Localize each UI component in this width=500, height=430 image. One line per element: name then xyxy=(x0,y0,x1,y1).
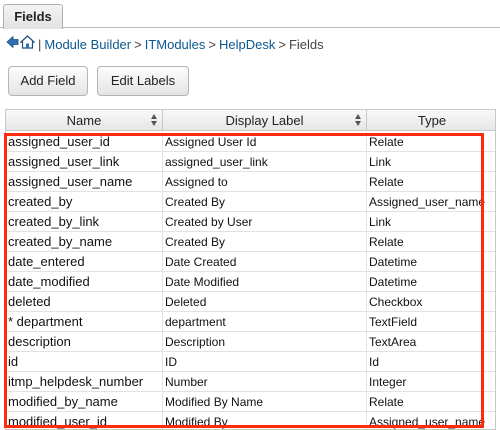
sort-icon[interactable] xyxy=(151,114,158,126)
table-row[interactable]: itmp_helpdesk_number Number Integer xyxy=(6,372,495,392)
field-name-cell[interactable]: description xyxy=(8,332,161,352)
column-header-type-label: Type xyxy=(417,113,447,128)
field-name-cell[interactable]: created_by_name xyxy=(8,232,161,252)
display-label-cell: department xyxy=(162,312,365,332)
display-label-cell: Date Created xyxy=(162,252,365,272)
display-label-cell: Modified By Name xyxy=(162,392,365,412)
column-header-name[interactable]: Name xyxy=(6,110,163,131)
breadcrumb: | Module Builder > ITModules > HelpDesk … xyxy=(6,35,324,55)
table-row[interactable]: assigned_user_id Assigned User Id Relate xyxy=(6,132,495,152)
breadcrumb-arrow: > xyxy=(134,37,142,52)
field-name-cell[interactable]: modified_user_id xyxy=(8,412,161,429)
display-label-cell: Description xyxy=(162,332,365,352)
breadcrumb-helpdesk[interactable]: HelpDesk xyxy=(219,35,275,55)
display-label-cell: ID xyxy=(162,352,365,372)
table-body: assigned_user_id Assigned User Id Relate as… xyxy=(6,132,495,429)
column-header-type[interactable]: Type xyxy=(367,110,495,131)
table-row[interactable]: date_modified Date Modified Datetime xyxy=(6,272,495,292)
field-name-cell[interactable]: deleted xyxy=(8,292,161,312)
type-cell: Link xyxy=(366,152,495,172)
table-header: Name Display Label Type xyxy=(6,110,495,131)
table-row[interactable]: id ID Id xyxy=(6,352,495,372)
breadcrumb-separator: | xyxy=(38,37,42,52)
table-row[interactable]: assigned_user_link assigned_user_link Link xyxy=(6,152,495,172)
tab-fields[interactable]: Fields xyxy=(3,4,63,29)
type-cell: TextArea xyxy=(366,332,495,352)
edit-labels-button[interactable]: Edit Labels xyxy=(97,66,189,96)
breadcrumb-module-builder[interactable]: Module Builder xyxy=(44,35,131,55)
type-cell: Assigned_user_name xyxy=(366,192,495,212)
table-row[interactable]: created_by Created By Assigned_user_name xyxy=(6,192,495,212)
field-name-cell[interactable]: assigned_user_name xyxy=(8,172,161,192)
breadcrumb-arrow: > xyxy=(278,37,286,52)
field-name-cell[interactable]: assigned_user_link xyxy=(8,152,161,172)
breadcrumb-arrow: > xyxy=(208,37,216,52)
table-row[interactable]: description Description TextArea xyxy=(6,332,495,352)
display-label-cell: Modified By xyxy=(162,412,365,429)
type-cell: Integer xyxy=(366,372,495,392)
tab-bar: Fields xyxy=(0,0,500,29)
display-label-cell: Date Modified xyxy=(162,272,365,292)
type-cell: Relate xyxy=(366,172,495,192)
column-header-display-label[interactable]: Display Label xyxy=(163,110,367,131)
type-cell: TextField xyxy=(366,312,495,332)
add-field-button[interactable]: Add Field xyxy=(8,66,88,96)
display-label-cell: Created By xyxy=(162,192,365,212)
type-cell: Relate xyxy=(366,392,495,412)
field-name-cell[interactable]: date_modified xyxy=(8,272,161,292)
type-cell: Checkbox xyxy=(366,292,495,312)
table-row[interactable]: modified_user_id Modified By Assigned_user… xyxy=(6,412,495,429)
field-name-cell[interactable]: assigned_user_id xyxy=(8,132,161,152)
display-label-cell: Created by User xyxy=(162,212,365,232)
back-arrow-icon[interactable] xyxy=(6,35,19,55)
breadcrumb-itmodules[interactable]: ITModules xyxy=(145,35,206,55)
type-cell: Datetime xyxy=(366,272,495,292)
field-name-cell[interactable]: created_by xyxy=(8,192,161,212)
type-cell: Datetime xyxy=(366,252,495,272)
fields-table: Name Display Label Type assigned_user_id… xyxy=(5,109,496,430)
table-row[interactable]: assigned_user_name Assigned to Relate xyxy=(6,172,495,192)
breadcrumb-current: Fields xyxy=(288,37,324,52)
field-name-cell[interactable]: date_entered xyxy=(8,252,161,272)
field-name-cell[interactable]: * department xyxy=(8,312,161,332)
table-row[interactable]: modified_by_name Modified By Name Relate xyxy=(6,392,495,412)
table-row[interactable]: date_entered Date Created Datetime xyxy=(6,252,495,272)
display-label-cell: assigned_user_link xyxy=(162,152,365,172)
table-row[interactable]: created_by_name Created By Relate xyxy=(6,232,495,252)
field-name-cell[interactable]: id xyxy=(8,352,161,372)
column-header-display-label-text: Display Label xyxy=(225,113,304,128)
type-cell: Id xyxy=(366,352,495,372)
type-cell: Assigned_user_name xyxy=(366,412,495,429)
display-label-cell: Created By xyxy=(162,232,365,252)
type-cell: Relate xyxy=(366,232,495,252)
table-row[interactable]: created_by_link Created by User Link xyxy=(6,212,495,232)
field-name-cell[interactable]: created_by_link xyxy=(8,212,161,232)
type-cell: Relate xyxy=(366,132,495,152)
home-icon[interactable] xyxy=(19,35,36,55)
column-header-name-label: Name xyxy=(66,113,102,128)
display-label-cell: Assigned to xyxy=(162,172,365,192)
sort-icon[interactable] xyxy=(355,114,362,126)
field-name-cell[interactable]: itmp_helpdesk_number xyxy=(8,372,161,392)
field-name-cell[interactable]: modified_by_name xyxy=(8,392,161,412)
display-label-cell: Number xyxy=(162,372,365,392)
type-cell: Link xyxy=(366,212,495,232)
display-label-cell: Deleted xyxy=(162,292,365,312)
table-row[interactable]: deleted Deleted Checkbox xyxy=(6,292,495,312)
table-row[interactable]: * department department TextField xyxy=(6,312,495,332)
display-label-cell: Assigned User Id xyxy=(162,132,365,152)
